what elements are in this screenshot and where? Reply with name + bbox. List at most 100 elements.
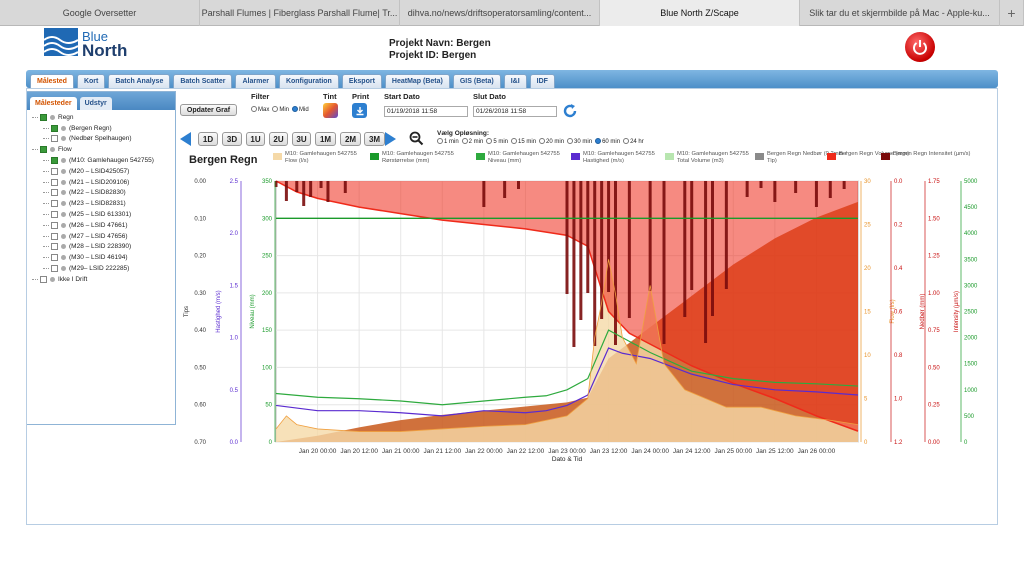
tree-checkbox[interactable] — [51, 167, 58, 175]
nav-tab[interactable]: Konfiguration — [278, 74, 339, 88]
tree-item[interactable]: Ikke I Drift — [27, 274, 175, 285]
tree-item[interactable]: (M21 – LSID209106) — [27, 177, 175, 188]
legend-item[interactable]: M10: Gamlehaugen 542755 Rørstørrelse (mm… — [370, 151, 462, 165]
browser-tab[interactable]: Parshall Flumes | Fiberglass Parshall Fl… — [200, 0, 400, 26]
tree-expander-icon[interactable] — [43, 138, 49, 140]
nav-tab[interactable]: Batch Analyse — [108, 74, 171, 88]
range-button-3u[interactable]: 3U — [292, 132, 311, 146]
tree-checkbox[interactable] — [51, 243, 58, 251]
nav-tab[interactable]: HeatMap (Beta) — [384, 74, 450, 88]
tree-checkbox[interactable] — [40, 146, 47, 154]
tree-expander-icon[interactable] — [43, 203, 49, 205]
tree-checkbox[interactable] — [51, 200, 58, 208]
filter-radio[interactable]: Mid — [292, 106, 309, 113]
end-date-input[interactable]: 01/26/2018 11:58 — [473, 106, 557, 117]
tree-expander-icon[interactable] — [43, 192, 49, 194]
zoom-out-icon[interactable] — [409, 131, 424, 146]
tree-item[interactable]: (M20 – LSID425057) — [27, 166, 175, 177]
tree-item[interactable]: (M26 – LSID 47661) — [27, 220, 175, 231]
tree-checkbox[interactable] — [51, 211, 58, 219]
tree-checkbox[interactable] — [51, 178, 58, 186]
tree-item[interactable]: (M27 – LSID 47656) — [27, 231, 175, 242]
nav-tab[interactable]: Alarmer — [235, 74, 276, 88]
legend-item[interactable]: M10: Gamlehaugen 542755 Flow (l/s) — [273, 151, 365, 165]
filter-radio[interactable]: Min — [272, 106, 289, 113]
tree-expander-icon[interactable] — [32, 278, 38, 280]
legend-item[interactable]: M10: Gamlehaugen 542755 Niveau (mm) — [476, 151, 568, 165]
resolution-radio[interactable]: 30 min — [567, 138, 592, 145]
tree-item[interactable]: (M25 – LSID 613301) — [27, 209, 175, 220]
tree-checkbox[interactable] — [51, 124, 58, 132]
tree-expander-icon[interactable] — [32, 149, 38, 151]
resolution-radio[interactable]: 2 min — [461, 138, 483, 145]
browser-tab[interactable]: Slik tar du et skjermbilde på Mac - Appl… — [800, 0, 1000, 26]
browser-tab[interactable]: Google Oversetter — [0, 0, 200, 26]
nav-tab[interactable]: Eksport — [341, 74, 382, 88]
tree-checkbox[interactable] — [40, 113, 47, 121]
tree-expander-icon[interactable] — [43, 246, 49, 248]
resolution-radio[interactable]: 20 min — [539, 138, 564, 145]
tree-expander-icon[interactable] — [43, 214, 49, 216]
range-button-1m[interactable]: 1M — [315, 132, 336, 146]
tree-expander-icon[interactable] — [43, 235, 49, 237]
resolution-radio[interactable]: 24 hr — [623, 138, 644, 145]
tree-expander-icon[interactable] — [43, 127, 49, 129]
tree-item[interactable]: (M29– LSID 222285) — [27, 263, 175, 274]
browser-tab[interactable]: dihva.no/news/driftsoperatorsamling/cont… — [400, 0, 600, 26]
filter-radio[interactable]: Max — [251, 106, 269, 113]
logout-power-button[interactable] — [905, 32, 935, 62]
tree-expander-icon[interactable] — [43, 170, 49, 172]
tree-expander-icon[interactable] — [43, 257, 49, 259]
nav-tab[interactable]: GIS (Beta) — [452, 74, 501, 88]
tree-checkbox[interactable] — [51, 135, 58, 143]
tree-checkbox[interactable] — [40, 275, 47, 283]
range-button-3d[interactable]: 3D — [222, 132, 242, 146]
range-button-1u[interactable]: 1U — [246, 132, 265, 146]
nav-tab[interactable]: Batch Scatter — [173, 74, 233, 88]
tree-checkbox[interactable] — [51, 221, 58, 229]
tree-checkbox[interactable] — [51, 189, 58, 197]
nav-tab[interactable]: Kort — [76, 74, 106, 88]
resolution-radio[interactable]: 60 min — [595, 138, 620, 145]
tree-item[interactable]: (M23 – LSID82831) — [27, 198, 175, 209]
nav-tab[interactable]: Målested — [30, 74, 74, 88]
tint-palette-icon[interactable] — [323, 103, 338, 118]
refresh-icon[interactable] — [562, 103, 578, 119]
legend-item[interactable]: M10: Gamlehaugen 542755 Hastighed (m/s) — [571, 151, 663, 165]
next-period-arrow-icon[interactable] — [385, 132, 396, 146]
tree-item[interactable]: (Nedbør Spelhaugen) — [27, 134, 175, 145]
tree-checkbox[interactable] — [51, 157, 58, 165]
tab-udstyr[interactable]: Udstyr — [79, 97, 112, 110]
tree-checkbox[interactable] — [51, 254, 58, 262]
tree-expander-icon[interactable] — [32, 116, 38, 118]
tree-item[interactable]: (Bergen Regn) — [27, 123, 175, 134]
start-date-input[interactable]: 01/19/2018 11:58 — [384, 106, 468, 117]
legend-item[interactable]: M10: Gamlehaugen 542755 Total Volume (m3… — [665, 151, 757, 165]
tree-expander-icon[interactable] — [43, 181, 49, 183]
range-button-1d[interactable]: 1D — [198, 132, 218, 146]
legend-item[interactable]: Bergen Regn Intensitet (µm/s) — [881, 151, 973, 160]
tree-item[interactable]: Flow — [27, 144, 175, 155]
resolution-radio[interactable]: 1 min — [437, 138, 459, 145]
new-tab-button[interactable]: + — [1000, 0, 1024, 26]
tree-item[interactable]: (M28 – LSID 228390) — [27, 242, 175, 253]
tree-expander-icon[interactable] — [43, 224, 49, 226]
tree-item[interactable]: (M22 – LSID82830) — [27, 188, 175, 199]
previous-period-arrow-icon[interactable] — [180, 132, 191, 146]
tree-expander-icon[interactable] — [43, 268, 49, 270]
range-button-2m[interactable]: 2M — [340, 132, 361, 146]
tree-checkbox[interactable] — [51, 232, 58, 240]
tree-item[interactable]: (M30 – LSID 46194) — [27, 252, 175, 263]
nav-tab[interactable]: IDF — [529, 74, 555, 88]
tree-item[interactable]: Regn — [27, 112, 175, 123]
tree-expander-icon[interactable] — [43, 160, 49, 162]
browser-tab[interactable]: Blue North Z/Scape — [600, 0, 800, 26]
resolution-radio[interactable]: 15 min — [511, 138, 536, 145]
update-graph-button[interactable]: Opdater Graf — [180, 104, 237, 116]
tree-item[interactable]: (M10: Gamlehaugen 542755) — [27, 155, 175, 166]
range-button-3m[interactable]: 3M — [364, 132, 385, 146]
tree-checkbox[interactable] — [51, 265, 58, 273]
range-button-2u[interactable]: 2U — [269, 132, 288, 146]
nav-tab[interactable]: I&I — [503, 74, 527, 88]
print-download-icon[interactable] — [352, 103, 367, 118]
